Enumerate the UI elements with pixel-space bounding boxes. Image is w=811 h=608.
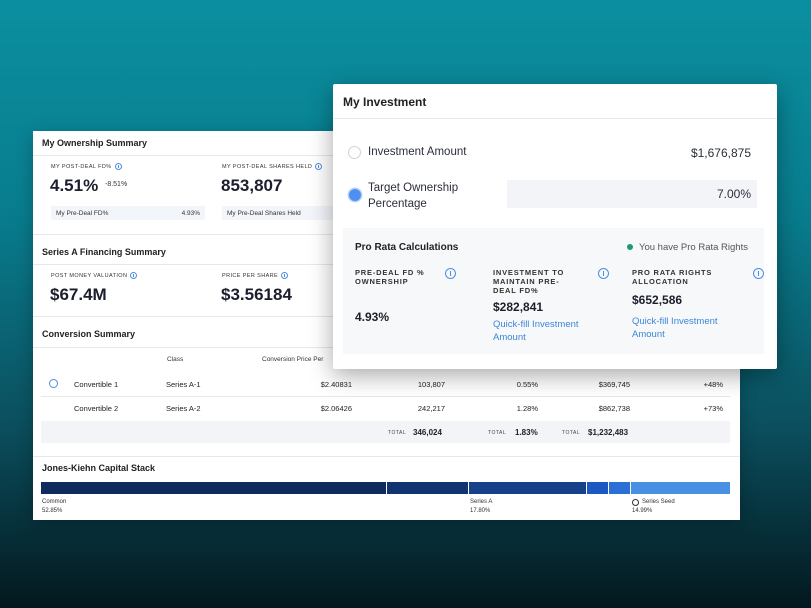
table-row-divider bbox=[41, 396, 730, 397]
info-icon[interactable] bbox=[445, 268, 456, 279]
post-money-valuation-label: POST MONEY VALUATION bbox=[51, 272, 138, 279]
stack-segment-common-2[interactable] bbox=[387, 482, 468, 494]
pro-rata-allocation-value: $652,586 bbox=[632, 293, 683, 307]
row2-change: +73% bbox=[703, 404, 723, 413]
stack-segment-series-a-2[interactable] bbox=[587, 482, 608, 494]
post-deal-shares-label-text: MY POST-DEAL SHARES HELD bbox=[222, 163, 313, 170]
divider bbox=[33, 155, 333, 156]
investment-to-maintain-label: INVESTMENT TO MAINTAIN PRE-DEAL FD% bbox=[493, 268, 565, 295]
price-per-share-label-text: PRICE PER SHARE bbox=[222, 272, 279, 279]
pro-rata-title: Pro Rata Calculations bbox=[355, 242, 459, 253]
user-circle-icon bbox=[49, 379, 58, 388]
pre-deal-shares-row: My Pre-Deal Shares Held bbox=[222, 206, 333, 220]
pro-rata-status-dot bbox=[627, 244, 633, 250]
target-ownership-label-line2: Percentage bbox=[368, 198, 427, 210]
divider bbox=[333, 118, 777, 119]
stack-segment-series-seed[interactable] bbox=[631, 482, 730, 494]
stack-pct-series-seed: 14.99% bbox=[632, 508, 653, 514]
info-icon[interactable] bbox=[114, 163, 122, 170]
price-per-share-label: PRICE PER SHARE bbox=[222, 272, 289, 279]
divider bbox=[33, 316, 333, 317]
row1-name: Convertible 1 bbox=[74, 380, 119, 389]
investment-to-maintain-value: $282,841 bbox=[493, 300, 544, 314]
quick-fill-investment-link-1[interactable]: Quick-fill Investment Amount bbox=[493, 319, 603, 344]
row1-shares: 103,807 bbox=[417, 380, 445, 389]
target-ownership-input[interactable]: 7.00% bbox=[507, 180, 757, 208]
stack-pct-series-a: 17.80% bbox=[470, 508, 491, 514]
my-investment-title: My Investment bbox=[343, 95, 427, 109]
investment-amount-radio[interactable] bbox=[348, 146, 361, 159]
total-pct: 1.83% bbox=[515, 428, 538, 437]
divider bbox=[33, 456, 740, 457]
price-per-share-value: $3.56184 bbox=[221, 285, 292, 304]
post-deal-shares-label: MY POST-DEAL SHARES HELD bbox=[222, 163, 323, 170]
ownership-summary-title: My Ownership Summary bbox=[42, 138, 148, 148]
stack-label-series-a: Series A bbox=[470, 499, 493, 505]
pre-deal-fd-label: My Pre-Deal FD% bbox=[56, 210, 109, 217]
info-icon[interactable] bbox=[281, 272, 289, 279]
post-money-valuation-value: $67.4M bbox=[50, 285, 107, 304]
post-deal-change-badge: -8.51% bbox=[105, 181, 128, 188]
row1-class: Series A-1 bbox=[166, 380, 201, 389]
target-ownership-value: 7.00% bbox=[716, 187, 751, 201]
user-circle-icon bbox=[632, 499, 639, 506]
stack-segment-common[interactable] bbox=[41, 482, 386, 494]
investment-amount-value[interactable]: $1,676,875 bbox=[640, 146, 751, 160]
total-amount: $1,232,483 bbox=[588, 428, 629, 437]
capital-stack-title: Jones-Kiehn Capital Stack bbox=[42, 463, 156, 473]
divider bbox=[33, 264, 333, 265]
info-icon[interactable] bbox=[752, 268, 764, 279]
row1-price: $2.40831 bbox=[320, 380, 352, 389]
row1-pct: 0.55% bbox=[516, 380, 538, 389]
target-ownership-radio[interactable] bbox=[349, 189, 361, 201]
row1-amount: $369,745 bbox=[598, 380, 630, 389]
conversion-summary-title: Conversion Summary bbox=[42, 329, 136, 339]
stack-segment-series-a-3[interactable] bbox=[609, 482, 630, 494]
post-deal-shares-value: 853,807 bbox=[221, 176, 283, 195]
total-label: TOTAL bbox=[488, 430, 507, 436]
pre-deal-fd-ownership-label: PRE-DEAL FD % OWNERSHIP bbox=[355, 268, 425, 286]
stack-label-common: Common bbox=[42, 499, 67, 505]
investment-amount-label: Investment Amount bbox=[368, 146, 467, 158]
pre-deal-fd-row: My Pre-Deal FD% 4.93% bbox=[51, 206, 205, 220]
row2-shares: 242,217 bbox=[417, 404, 445, 413]
row1-change: +48% bbox=[703, 380, 723, 389]
pre-deal-fd-ownership-value: 4.93% bbox=[355, 310, 390, 324]
stack-label-series-seed: Series Seed bbox=[642, 499, 675, 505]
pre-deal-shares-label: My Pre-Deal Shares Held bbox=[227, 210, 301, 217]
col-header-class: Class bbox=[167, 356, 184, 363]
post-deal-fd-label: MY POST-DEAL FD% bbox=[51, 163, 122, 170]
financing-summary-title: Series A Financing Summary bbox=[42, 247, 166, 257]
row2-class: Series A-2 bbox=[166, 404, 201, 413]
col-header-conversion-price: Conversion Price Per bbox=[262, 356, 324, 363]
total-label: TOTAL bbox=[388, 430, 407, 436]
post-deal-fd-value: 4.51% bbox=[50, 176, 99, 195]
divider bbox=[33, 234, 333, 235]
target-ownership-label-line1: Target Ownership bbox=[368, 182, 459, 194]
info-icon[interactable] bbox=[315, 163, 323, 170]
total-label: TOTAL bbox=[562, 430, 581, 436]
row2-amount: $862,738 bbox=[598, 404, 630, 413]
stack-segment-series-a[interactable] bbox=[469, 482, 586, 494]
row2-name: Convertible 2 bbox=[74, 404, 119, 413]
pre-deal-fd-value: 4.93% bbox=[181, 210, 200, 217]
info-icon[interactable] bbox=[130, 272, 138, 279]
row2-price: $2.06426 bbox=[320, 404, 352, 413]
post-money-valuation-label-text: POST MONEY VALUATION bbox=[51, 272, 128, 279]
total-shares: 346,024 bbox=[413, 428, 442, 437]
pro-rata-rights-text: You have Pro Rata Rights bbox=[639, 242, 748, 253]
post-deal-fd-label-text: MY POST-DEAL FD% bbox=[51, 163, 112, 170]
row2-pct: 1.28% bbox=[516, 404, 538, 413]
stack-pct-common: 52.85% bbox=[42, 508, 63, 514]
quick-fill-investment-link-2[interactable]: Quick-fill Investment Amount bbox=[632, 316, 742, 341]
pro-rata-allocation-label: PRO RATA RIGHTS ALLOCATION bbox=[632, 268, 713, 286]
